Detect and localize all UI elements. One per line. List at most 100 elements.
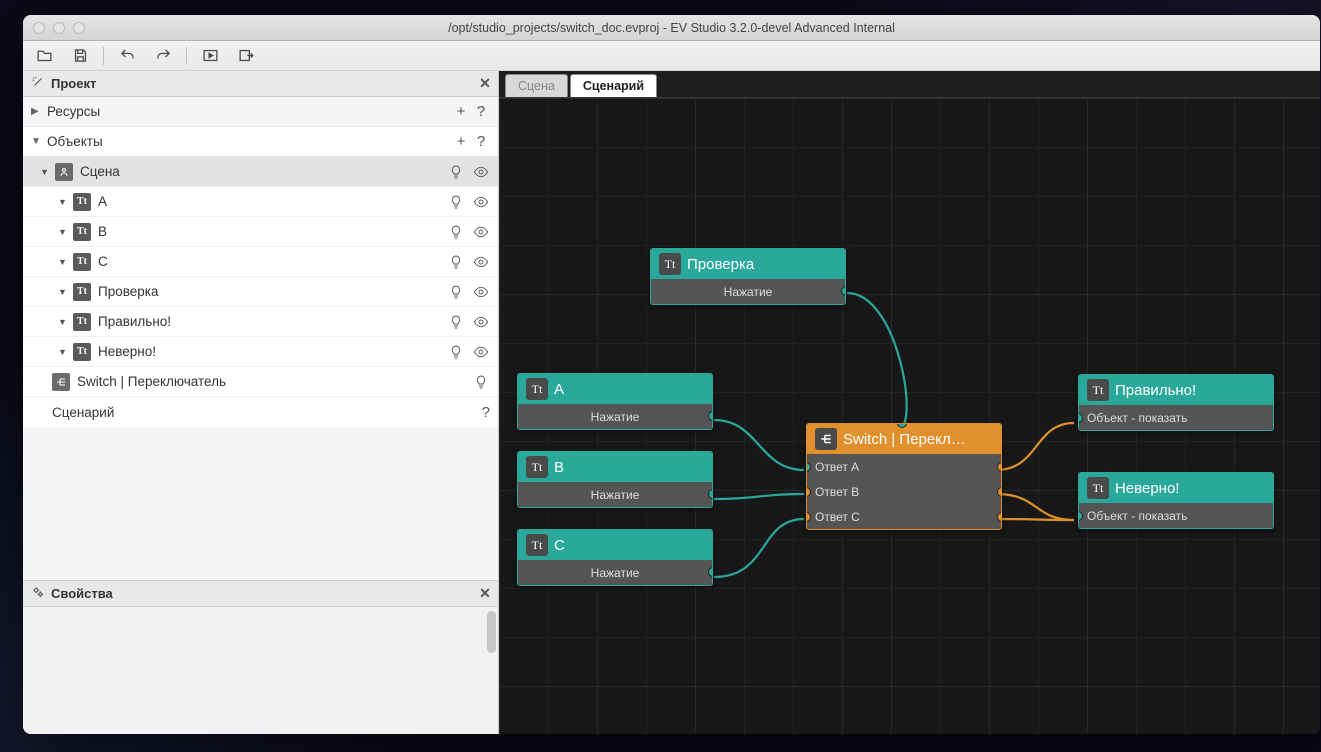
properties-panel: Свойства ✕ (23, 580, 498, 734)
eye-icon[interactable] (472, 163, 490, 181)
tree-item-a[interactable]: ▼ Tt A (23, 187, 498, 217)
node-switch[interactable]: Switch | Перекл… Ответ A Ответ B Ответ C (806, 423, 1002, 530)
properties-title: Свойства (51, 586, 113, 601)
scenario-label: Сценарий (52, 405, 114, 420)
resources-label: Ресурсы (47, 104, 100, 119)
eye-icon[interactable] (472, 253, 490, 271)
lightbulb-icon[interactable] (447, 313, 465, 331)
switch-icon (52, 373, 70, 391)
window-title: /opt/studio_projects/switch_doc.evproj -… (23, 21, 1320, 35)
output-port[interactable] (997, 512, 1002, 522)
node-check[interactable]: TtПроверка Нажатие (650, 248, 846, 305)
export-button[interactable] (233, 45, 259, 67)
tree-item-wrong[interactable]: ▼ Tt Неверно! (23, 337, 498, 367)
help-icon[interactable]: ? (474, 133, 488, 150)
input-port[interactable] (806, 512, 811, 522)
tree-label: Switch | Переключатель (77, 374, 226, 389)
tree-label: A (98, 194, 107, 209)
node-c[interactable]: TtC Нажатие (517, 529, 713, 586)
lightbulb-icon[interactable] (447, 163, 465, 181)
close-panel-icon[interactable]: ✕ (478, 587, 492, 601)
output-port[interactable] (841, 286, 846, 296)
text-icon: Tt (73, 253, 91, 271)
expand-icon: ▶ (31, 106, 41, 117)
node-wrong[interactable]: TtНеверно! Объект - показать (1078, 472, 1274, 529)
tree-item-c[interactable]: ▼ Tt C (23, 247, 498, 277)
tree-item-correct[interactable]: ▼ Tt Правильно! (23, 307, 498, 337)
help-icon[interactable]: ? (474, 103, 488, 120)
text-icon: Tt (659, 253, 681, 275)
eye-icon[interactable] (472, 313, 490, 331)
redo-button[interactable] (150, 45, 176, 67)
minimize-icon[interactable] (53, 22, 65, 34)
tree-label: Правильно! (98, 314, 171, 329)
lightbulb-icon[interactable] (447, 283, 465, 301)
text-icon: Tt (526, 534, 548, 556)
node-a[interactable]: TtA Нажатие (517, 373, 713, 430)
text-icon: Tt (73, 193, 91, 211)
tab-scenario[interactable]: Сценарий (570, 74, 657, 97)
close-panel-icon[interactable]: ✕ (478, 77, 492, 91)
main-toolbar (23, 41, 1320, 71)
tab-scene[interactable]: Сцена (505, 74, 568, 97)
tree-item-scene[interactable]: ▼ Сцена (23, 157, 498, 187)
output-port[interactable] (997, 462, 1002, 472)
tree-label: C (98, 254, 108, 269)
project-panel-header: Проект ✕ (23, 71, 498, 97)
text-icon: Tt (526, 378, 548, 400)
eye-icon[interactable] (472, 193, 490, 211)
tree-item-b[interactable]: ▼ Tt B (23, 217, 498, 247)
scenario-row[interactable]: Сценарий ? (23, 397, 498, 427)
node-correct[interactable]: TtПравильно! Объект - показать (1078, 374, 1274, 431)
wand-icon (31, 75, 45, 92)
input-port[interactable] (1078, 511, 1083, 521)
input-port[interactable] (806, 487, 811, 497)
text-icon: Tt (1087, 477, 1109, 499)
scrollbar[interactable] (487, 611, 496, 653)
lightbulb-icon[interactable] (447, 343, 465, 361)
scene-tree: ▼ Сцена ▼ Tt A ▼ Tt (23, 157, 498, 427)
eye-icon[interactable] (472, 223, 490, 241)
node-graph-canvas[interactable]: TtПроверка Нажатие TtA Нажатие TtB Нажат… (499, 98, 1320, 734)
app-window: /opt/studio_projects/switch_doc.evproj -… (23, 15, 1320, 734)
add-object-button[interactable]: + (454, 133, 468, 150)
lightbulb-icon[interactable] (472, 373, 490, 391)
tree-label: B (98, 224, 107, 239)
tree-item-check[interactable]: ▼ Tt Проверка (23, 277, 498, 307)
eye-icon[interactable] (472, 343, 490, 361)
tree-item-switch[interactable]: Switch | Переключатель (23, 367, 498, 397)
objects-label: Объекты (47, 134, 103, 149)
text-icon: Tt (73, 313, 91, 331)
undo-button[interactable] (114, 45, 140, 67)
save-button[interactable] (67, 45, 93, 67)
titlebar: /opt/studio_projects/switch_doc.evproj -… (23, 15, 1320, 41)
output-port[interactable] (997, 487, 1002, 497)
help-icon[interactable]: ? (482, 404, 490, 421)
lightbulb-icon[interactable] (447, 253, 465, 271)
zoom-icon[interactable] (73, 22, 85, 34)
lightbulb-icon[interactable] (447, 193, 465, 211)
text-icon: Tt (73, 343, 91, 361)
add-resource-button[interactable]: + (454, 103, 468, 120)
resources-section[interactable]: ▶ Ресурсы + ? (23, 97, 498, 127)
lightbulb-icon[interactable] (447, 223, 465, 241)
output-port[interactable] (708, 411, 713, 421)
switch-icon (815, 428, 837, 450)
output-port[interactable] (708, 567, 713, 577)
project-panel-title: Проект (51, 76, 96, 91)
tree-label: Сцена (80, 164, 120, 179)
tree-label: Проверка (98, 284, 158, 299)
text-icon: Tt (1087, 379, 1109, 401)
input-port[interactable] (1078, 413, 1083, 423)
input-port[interactable] (806, 462, 811, 472)
close-icon[interactable] (33, 22, 45, 34)
eye-icon[interactable] (472, 283, 490, 301)
collapse-icon: ▼ (31, 136, 41, 147)
tree-label: Неверно! (98, 344, 156, 359)
gears-icon (31, 585, 45, 602)
objects-section[interactable]: ▼ Объекты + ? (23, 127, 498, 157)
output-port[interactable] (708, 489, 713, 499)
node-b[interactable]: TtB Нажатие (517, 451, 713, 508)
play-button[interactable] (197, 45, 223, 67)
open-folder-button[interactable] (31, 45, 57, 67)
